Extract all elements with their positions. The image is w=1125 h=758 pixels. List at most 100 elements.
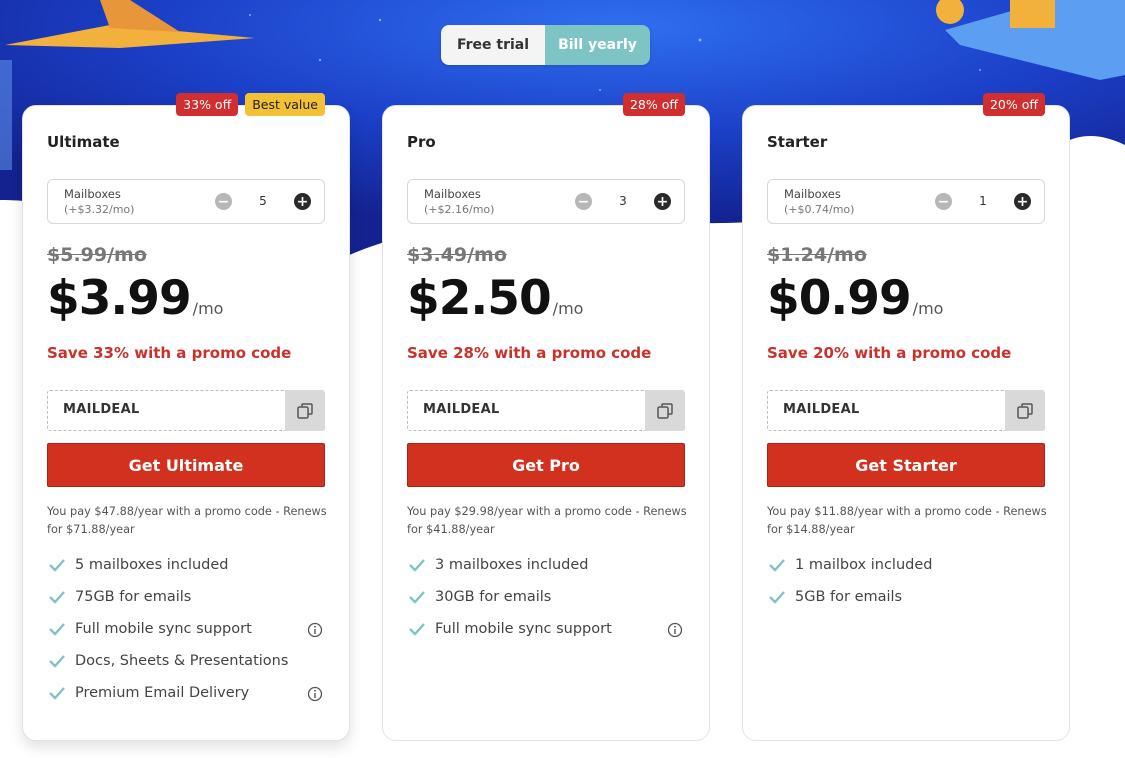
plus-icon: + xyxy=(1016,193,1029,210)
badges: 28% off xyxy=(622,93,685,116)
feature-item: 3 mailboxes included xyxy=(407,557,687,589)
promo-code-box: MAILDEAL xyxy=(767,390,1045,431)
decrease-mailboxes-button[interactable]: − xyxy=(935,193,952,210)
feature-item: Docs, Sheets & Presentations xyxy=(47,653,327,685)
minus-icon: − xyxy=(937,193,950,210)
copy-code-button[interactable] xyxy=(645,390,685,431)
promo-code[interactable]: MAILDEAL xyxy=(783,402,860,417)
plan-name: Ultimate xyxy=(47,133,120,151)
mailbox-count: 3 xyxy=(619,194,627,208)
save-text: Save 33% with a promo code xyxy=(47,344,292,362)
current-price: $2.50/mo xyxy=(407,271,583,326)
current-price: $0.99/mo xyxy=(767,271,943,326)
decrease-mailboxes-button[interactable]: − xyxy=(215,193,232,210)
feature-item: Full mobile sync support xyxy=(407,621,687,653)
promo-code-box: MAILDEAL xyxy=(407,390,685,431)
feature-item: Full mobile sync support xyxy=(47,621,327,653)
feature-item: 1 mailbox included xyxy=(767,557,1047,589)
copy-icon xyxy=(657,402,673,419)
check-icon xyxy=(409,623,425,636)
feature-text: 5 mailboxes included xyxy=(75,557,229,573)
increase-mailboxes-button[interactable]: + xyxy=(654,193,671,210)
feature-text: 75GB for emails xyxy=(75,589,192,605)
mailboxes-label: Mailboxes xyxy=(784,187,841,201)
increase-mailboxes-button[interactable]: + xyxy=(1014,193,1031,210)
original-price: $5.99/mo xyxy=(47,244,147,266)
mailbox-price: (+$3.32/mo) xyxy=(64,203,135,216)
price-period: /mo xyxy=(552,299,584,318)
feature-text: 3 mailboxes included xyxy=(435,557,589,573)
mailbox-selector: Mailboxes (+$3.32/mo) − 5 + xyxy=(47,179,325,224)
promo-code-box: MAILDEAL xyxy=(47,390,325,431)
feature-item: 5 mailboxes included xyxy=(47,557,327,589)
check-icon xyxy=(49,559,65,572)
promo-code[interactable]: MAILDEAL xyxy=(63,402,140,417)
copy-code-button[interactable] xyxy=(285,390,325,431)
price-amount: $2.50 xyxy=(407,271,552,326)
plan-card-ultimate: 33% off Best value Ultimate Mailboxes (+… xyxy=(22,93,350,741)
decrease-mailboxes-button[interactable]: − xyxy=(575,193,592,210)
free-trial-option[interactable]: Free trial xyxy=(441,25,545,65)
price-amount: $3.99 xyxy=(47,271,192,326)
price-amount: $0.99 xyxy=(767,271,912,326)
original-price: $1.24/mo xyxy=(767,244,867,266)
price-period: /mo xyxy=(192,299,224,318)
feature-item: 5GB for emails xyxy=(767,589,1047,621)
save-text: Save 20% with a promo code xyxy=(767,344,1012,362)
info-icon[interactable] xyxy=(667,622,683,638)
check-icon xyxy=(409,591,425,604)
get-starter-button[interactable]: Get Starter xyxy=(767,443,1045,487)
feature-text: 30GB for emails xyxy=(435,589,552,605)
bill-yearly-option[interactable]: Bill yearly xyxy=(545,25,650,65)
feature-item: Premium Email Delivery xyxy=(47,685,327,717)
copy-icon xyxy=(297,402,313,419)
plus-icon: + xyxy=(656,193,669,210)
original-price: $3.49/mo xyxy=(407,244,507,266)
current-price: $3.99/mo xyxy=(47,271,223,326)
feature-item: 30GB for emails xyxy=(407,589,687,621)
check-icon xyxy=(49,687,65,700)
feature-item: 75GB for emails xyxy=(47,589,327,621)
feature-text: 1 mailbox included xyxy=(795,557,933,573)
billing-toggle: Free trial Bill yearly xyxy=(441,25,650,65)
minus-icon: − xyxy=(217,193,230,210)
mailbox-selector: Mailboxes (+$0.74/mo) − 1 + xyxy=(767,179,1045,224)
minus-icon: − xyxy=(577,193,590,210)
check-icon xyxy=(769,591,785,604)
check-icon xyxy=(409,559,425,572)
feature-text: Full mobile sync support xyxy=(75,621,252,637)
discount-badge: 20% off xyxy=(982,93,1045,116)
feature-list: 3 mailboxes included 30GB for emails Ful… xyxy=(407,557,687,653)
check-icon xyxy=(49,623,65,636)
get-ultimate-button[interactable]: Get Ultimate xyxy=(47,443,325,487)
increase-mailboxes-button[interactable]: + xyxy=(294,193,311,210)
copy-icon xyxy=(1017,402,1033,419)
mailboxes-label: Mailboxes xyxy=(424,187,481,201)
mailbox-count: 5 xyxy=(259,194,267,208)
discount-badge: 28% off xyxy=(622,93,685,116)
discount-badge: 33% off xyxy=(176,93,239,116)
feature-text: Premium Email Delivery xyxy=(75,685,250,701)
badges: 20% off xyxy=(982,93,1045,116)
mailbox-selector: Mailboxes (+$2.16/mo) − 3 + xyxy=(407,179,685,224)
feature-text: Docs, Sheets & Presentations xyxy=(75,653,289,669)
check-icon xyxy=(49,655,65,668)
feature-text: Full mobile sync support xyxy=(435,621,612,637)
promo-code[interactable]: MAILDEAL xyxy=(423,402,500,417)
mailboxes-label: Mailboxes xyxy=(64,187,121,201)
plan-card-starter: 20% off Starter Mailboxes (+$0.74/mo) − … xyxy=(742,93,1070,741)
plan-name: Pro xyxy=(407,133,436,151)
get-pro-button[interactable]: Get Pro xyxy=(407,443,685,487)
info-icon[interactable] xyxy=(307,622,323,638)
plan-name: Starter xyxy=(767,133,828,151)
feature-text: 5GB for emails xyxy=(795,589,903,605)
billing-note: You pay $29.98/year with a promo code - … xyxy=(407,505,687,536)
mailbox-price: (+$2.16/mo) xyxy=(424,203,495,216)
check-icon xyxy=(769,559,785,572)
copy-code-button[interactable] xyxy=(1005,390,1045,431)
billing-note: You pay $11.88/year with a promo code - … xyxy=(767,505,1047,536)
check-icon xyxy=(49,591,65,604)
plus-icon: + xyxy=(296,193,309,210)
info-icon[interactable] xyxy=(307,686,323,702)
best-value-badge: Best value xyxy=(245,93,325,116)
